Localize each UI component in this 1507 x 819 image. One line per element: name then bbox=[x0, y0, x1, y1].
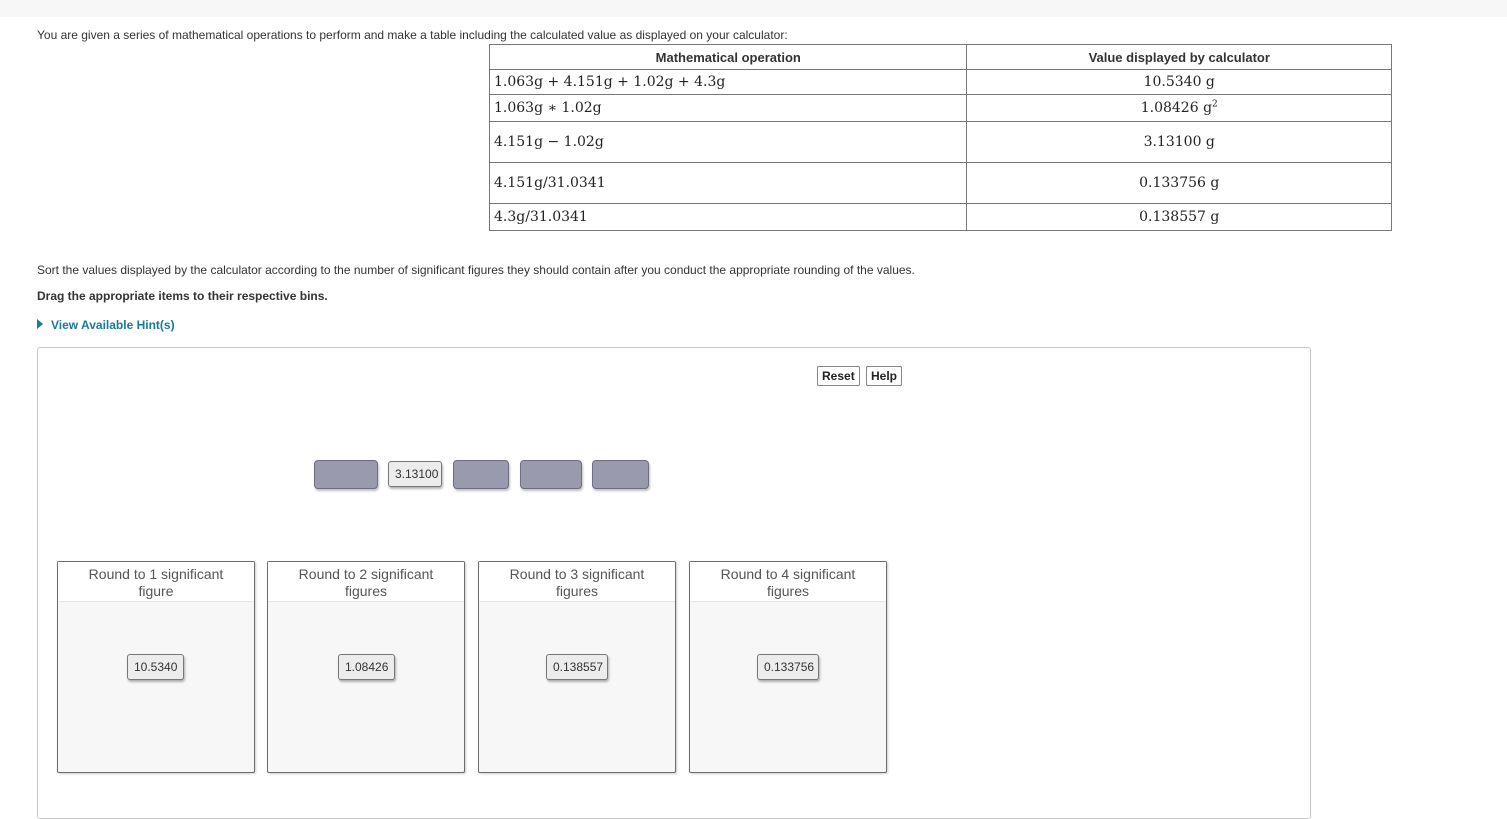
header-value: Value displayed by calculator bbox=[966, 44, 1392, 70]
bin-title: Round to 2 significant figures bbox=[268, 562, 464, 602]
value-cell: 0.138557 g bbox=[966, 203, 1392, 231]
draggable-item[interactable]: 0.138557 bbox=[546, 654, 608, 680]
view-hints-label: View Available Hint(s) bbox=[51, 318, 175, 332]
empty-slot bbox=[520, 460, 582, 489]
bin-title: Round to 1 significant figure bbox=[58, 562, 254, 602]
value-cell: 10.5340 g bbox=[966, 69, 1392, 95]
bin-title: Round to 4 significant figures bbox=[690, 562, 886, 602]
top-bar bbox=[0, 0, 1507, 17]
caret-right-icon bbox=[37, 319, 43, 329]
table-row: 4.3g/31.0341 0.138557 g bbox=[488, 203, 1392, 231]
empty-slot bbox=[592, 460, 649, 489]
table-row: 4.151g/31.0341 0.133756 g bbox=[488, 162, 1392, 204]
table-row: 1.063g ∗ 1.02g 1.08426 g2 bbox=[488, 94, 1392, 122]
view-hints-link[interactable]: View Available Hint(s) bbox=[37, 318, 175, 332]
table-row: 1.063g + 4.151g + 1.02g + 4.3g 10.5340 g bbox=[488, 69, 1392, 95]
operation-cell: 4.151g − 1.02g bbox=[488, 121, 968, 163]
draggable-item[interactable]: 0.133756 bbox=[757, 654, 819, 680]
value-cell: 1.08426 g2 bbox=[966, 94, 1392, 122]
operation-cell: 1.063g + 4.151g + 1.02g + 4.3g bbox=[488, 69, 968, 95]
value-text: 1.08426 g bbox=[1140, 100, 1213, 116]
header-operation: Mathematical operation bbox=[488, 44, 968, 70]
sort-instructions: Sort the values displayed by the calcula… bbox=[37, 263, 915, 277]
empty-slot bbox=[453, 460, 509, 489]
draggable-item[interactable]: 3.13100 bbox=[388, 461, 442, 487]
bin-title: Round to 3 significant figures bbox=[479, 562, 675, 602]
operation-cell: 1.063g ∗ 1.02g bbox=[488, 94, 968, 122]
value-cell: 3.13100 g bbox=[966, 121, 1392, 163]
draggable-item[interactable]: 1.08426 bbox=[338, 654, 395, 680]
drag-instructions: Drag the appropriate items to their resp… bbox=[37, 289, 328, 303]
operation-cell: 4.151g/31.0341 bbox=[488, 162, 968, 204]
operation-cell: 4.3g/31.0341 bbox=[488, 203, 968, 231]
reset-button[interactable]: Reset bbox=[817, 366, 860, 386]
draggable-item[interactable]: 10.5340 bbox=[127, 654, 184, 680]
table-row: 4.151g − 1.02g 3.13100 g bbox=[488, 121, 1392, 163]
value-cell: 0.133756 g bbox=[966, 162, 1392, 204]
empty-slot bbox=[314, 460, 378, 489]
value-exponent: 2 bbox=[1212, 99, 1218, 110]
operations-table: Mathematical operation Value displayed b… bbox=[488, 44, 1392, 231]
intro-text: You are given a series of mathematical o… bbox=[37, 28, 788, 42]
help-button[interactable]: Help bbox=[866, 366, 903, 386]
